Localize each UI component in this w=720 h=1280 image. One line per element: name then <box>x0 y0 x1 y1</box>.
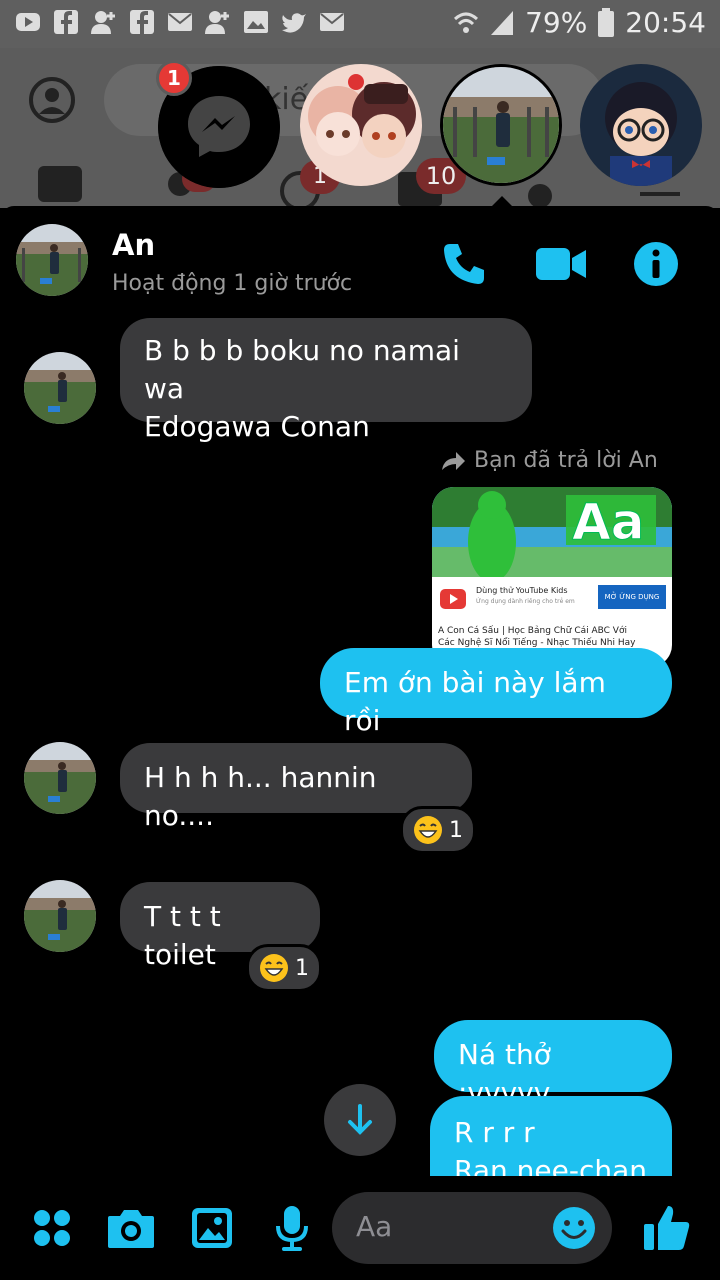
yt-promo-subtitle: Ứng dụng dành riêng cho trẻ em <box>476 598 575 605</box>
info-icon[interactable] <box>632 240 680 288</box>
contact-name[interactable]: An <box>112 228 155 262</box>
svg-text:Aa: Aa <box>572 493 644 551</box>
like-thumbs-up-icon[interactable] <box>642 1202 692 1252</box>
signal-icon <box>491 10 514 35</box>
message-input-placeholder: Aa <box>356 1210 393 1243</box>
message-line: B b b b boku no namai wa <box>144 334 460 405</box>
camera-icon[interactable] <box>106 1206 156 1250</box>
contact-avatar[interactable] <box>16 224 88 296</box>
message-bubble-outgoing[interactable]: Ná thở :vvvvv <box>434 1020 672 1109</box>
video-title-line: A Con Cá Sấu | Học Bảng Chữ Cái ABC Với <box>438 626 627 636</box>
message-bubble-incoming[interactable]: B b b b boku no namai wa Edogawa Conan <box>120 318 532 443</box>
facebook-notification-icon-2 <box>130 10 154 34</box>
message-clip: R r r r Ran nee-chan <box>430 1096 672 1176</box>
youtube-logo-icon <box>440 589 466 609</box>
yt-open-app-button[interactable]: MỞ ỨNG DỤNG <box>598 585 666 609</box>
friend-request-icon <box>91 11 115 34</box>
gallery-notification-icon <box>244 11 268 33</box>
clock: 20:54 <box>625 6 706 39</box>
message-bubble-incoming[interactable]: T t t t toilet <box>120 882 320 971</box>
message-bubble-incoming[interactable]: H h h h... hannin no.... <box>120 743 472 832</box>
battery-percent: 79% <box>525 6 588 39</box>
gallery-icon[interactable] <box>190 1206 234 1250</box>
status-bar: 79% 20:54 <box>0 0 720 48</box>
anime-avatar-icon <box>300 64 422 186</box>
an-avatar-icon <box>16 224 88 296</box>
profile-icon <box>29 77 75 123</box>
battery-icon <box>598 7 615 37</box>
microphone-icon[interactable] <box>274 1204 310 1252</box>
reply-note-text: Bạn đã trả lời An <box>474 448 658 473</box>
reaction-count: 1 <box>449 817 463 843</box>
facebook-notification-icon <box>54 10 78 34</box>
reaction-badge[interactable]: 1 <box>400 806 476 854</box>
message-bubble-outgoing[interactable]: R r r r Ran nee-chan <box>430 1096 672 1176</box>
friend-request-icon-2 <box>205 11 229 34</box>
contact-active-status: Hoạt động 1 giờ trước <box>112 271 353 296</box>
phone-call-icon[interactable] <box>440 240 488 288</box>
video-title: A Con Cá Sấu | Học Bảng Chữ Cái ABC Với … <box>438 625 668 649</box>
scroll-to-bottom-button[interactable] <box>324 1084 396 1156</box>
chat-head-an[interactable] <box>440 64 562 186</box>
sender-avatar[interactable] <box>24 352 96 424</box>
more-apps-icon[interactable] <box>32 1208 72 1248</box>
message-line: R r r r <box>454 1116 535 1149</box>
reply-note: Bạn đã trả lời An <box>440 448 658 473</box>
shared-video-card[interactable]: Aa Dùng thử YouTube Kids Ứng dụng dành r… <box>432 487 672 667</box>
panel-caret <box>488 196 516 210</box>
mail-notification-icon <box>168 13 192 31</box>
reply-arrow-icon <box>442 451 465 470</box>
chat-head-conan[interactable] <box>580 64 702 186</box>
emoji-icon[interactable] <box>552 1206 596 1250</box>
an-avatar-icon <box>443 67 559 183</box>
youtube-notification-icon <box>16 13 40 31</box>
chat-head-badge: 1 <box>156 60 192 96</box>
youtube-kids-promo: Dùng thử YouTube Kids Ứng dụng dành riên… <box>432 577 672 621</box>
laughing-emoji-icon <box>414 816 442 844</box>
an-avatar-icon <box>24 742 96 814</box>
message-input[interactable]: Aa <box>332 1192 612 1264</box>
wifi-icon <box>454 12 479 33</box>
an-avatar-icon <box>24 352 96 424</box>
message-bubble-outgoing[interactable]: Em ớn bài này lắm rồi <box>320 648 672 737</box>
laughing-emoji-icon <box>260 954 288 982</box>
yt-promo-title: Dùng thử YouTube Kids <box>476 586 568 595</box>
message-text: T t t t toilet <box>144 900 221 971</box>
conan-avatar-icon <box>580 64 702 186</box>
message-line: Edogawa Conan <box>144 410 370 443</box>
an-avatar-icon <box>24 880 96 952</box>
twitter-notification-icon <box>282 13 306 33</box>
video-call-icon[interactable] <box>534 244 588 284</box>
reaction-badge[interactable]: 1 <box>246 944 322 992</box>
message-line: Ran nee-chan <box>454 1154 647 1176</box>
video-thumbnail: Aa <box>432 487 672 577</box>
reaction-count: 1 <box>295 955 309 981</box>
sender-avatar[interactable] <box>24 742 96 814</box>
email-notification-icon <box>320 13 344 31</box>
sender-avatar[interactable] <box>24 880 96 952</box>
arrow-down-icon <box>348 1104 372 1135</box>
chat-head-anime-couple[interactable] <box>300 64 422 186</box>
